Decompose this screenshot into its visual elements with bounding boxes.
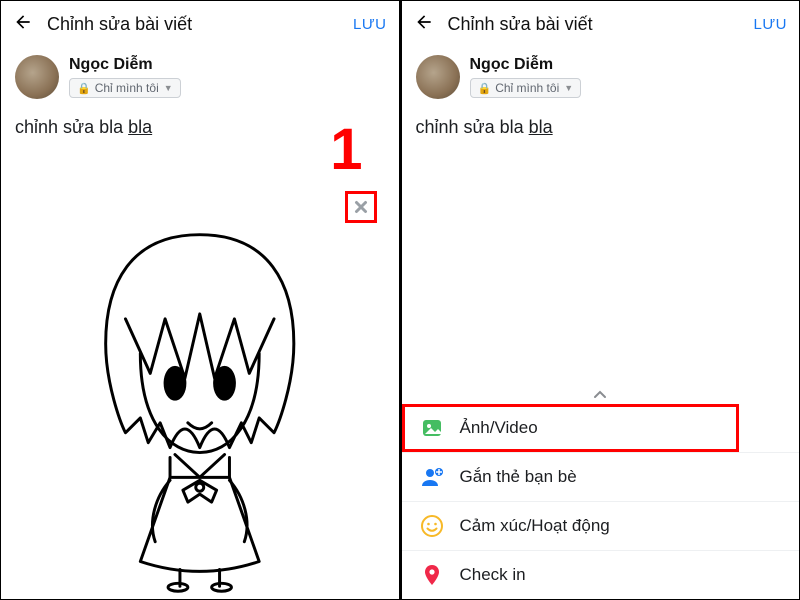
privacy-selector[interactable]: 🔒 Chỉ mình tôi ▼ — [470, 78, 582, 98]
feeling-label: Cảm xúc/Hoạt động — [460, 516, 610, 536]
caret-down-icon: ▼ — [164, 83, 173, 93]
caret-down-icon: ▼ — [564, 83, 573, 93]
attached-image[interactable] — [71, 221, 329, 595]
post-text-input[interactable]: chỉnh sửa bla bla — [402, 107, 800, 144]
photo-video-icon — [420, 416, 444, 440]
checkin-icon — [420, 563, 444, 587]
attach-photo-video[interactable]: Ảnh/Video — [402, 404, 740, 452]
privacy-label: Chỉ mình tôi — [495, 81, 559, 95]
lock-icon: 🔒 — [77, 82, 91, 95]
attach-photo-video-label: Ảnh/Video — [460, 418, 538, 438]
back-icon[interactable] — [13, 12, 33, 36]
sheet-drag-handle[interactable] — [402, 382, 800, 404]
save-button[interactable]: LƯU — [353, 16, 387, 33]
post-text-underlined: bla — [529, 117, 553, 137]
avatar[interactable] — [15, 55, 59, 99]
tag-friends-icon — [420, 465, 444, 489]
back-icon[interactable] — [414, 12, 434, 36]
close-icon — [352, 198, 370, 216]
author-name[interactable]: Ngọc Diễm — [69, 56, 181, 74]
post-text-plain: chỉnh sửa bla — [15, 117, 128, 137]
privacy-selector[interactable]: 🔒 Chỉ mình tôi ▼ — [69, 78, 181, 98]
feeling-icon — [420, 514, 444, 538]
privacy-label: Chỉ mình tôi — [95, 81, 159, 95]
remove-image-button[interactable] — [345, 191, 377, 223]
page-title: Chỉnh sửa bài viết — [47, 14, 353, 35]
save-button[interactable]: LƯU — [754, 16, 788, 33]
post-text-underlined: bla — [128, 117, 152, 137]
lock-icon: 🔒 — [478, 82, 492, 95]
attachment-sheet: Ảnh/Video Gắn thẻ bạn bè Cảm xúc/Hoạt độ… — [402, 382, 800, 599]
checkin-label: Check in — [460, 565, 526, 585]
page-title: Chỉnh sửa bài viết — [448, 14, 754, 35]
author-name[interactable]: Ngọc Diễm — [470, 56, 582, 74]
avatar[interactable] — [416, 55, 460, 99]
tag-friends[interactable]: Gắn thẻ bạn bè — [402, 452, 800, 501]
tag-friends-label: Gắn thẻ bạn bè — [460, 467, 577, 487]
check-in[interactable]: Check in — [402, 550, 800, 599]
annotation-step-1: 1 — [330, 121, 362, 179]
chevron-up-icon — [593, 386, 607, 402]
feeling-activity[interactable]: Cảm xúc/Hoạt động — [402, 501, 800, 550]
post-text-plain: chỉnh sửa bla — [416, 117, 529, 137]
